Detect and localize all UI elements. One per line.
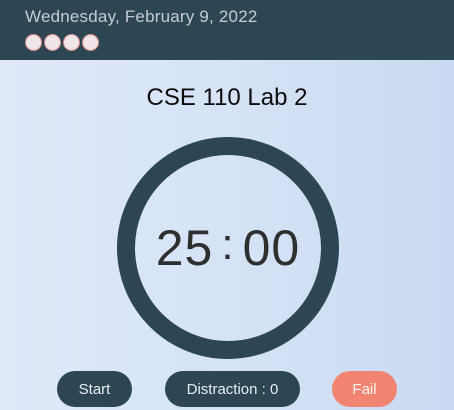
task-title: CSE 110 Lab 2 [146, 84, 308, 111]
pomo-dot-icon [63, 34, 80, 51]
pomo-dot-icon [25, 34, 42, 51]
fail-button[interactable]: Fail [332, 371, 397, 407]
pomo-progress-dots [25, 34, 99, 51]
pomo-dot-icon [82, 34, 99, 51]
distraction-button[interactable]: Distraction : 0 [165, 371, 300, 407]
current-date: Wednesday, February 9, 2022 [25, 7, 258, 26]
start-button[interactable]: Start [57, 371, 132, 407]
timer-seconds: 00 [242, 220, 301, 276]
timer-minutes: 25 [155, 220, 214, 276]
top-bar: Wednesday, February 9, 2022 [0, 0, 454, 60]
timer-separator: : [221, 220, 235, 269]
timer-display: 25 : 00 [117, 137, 339, 359]
pomo-dot-icon [44, 34, 61, 51]
